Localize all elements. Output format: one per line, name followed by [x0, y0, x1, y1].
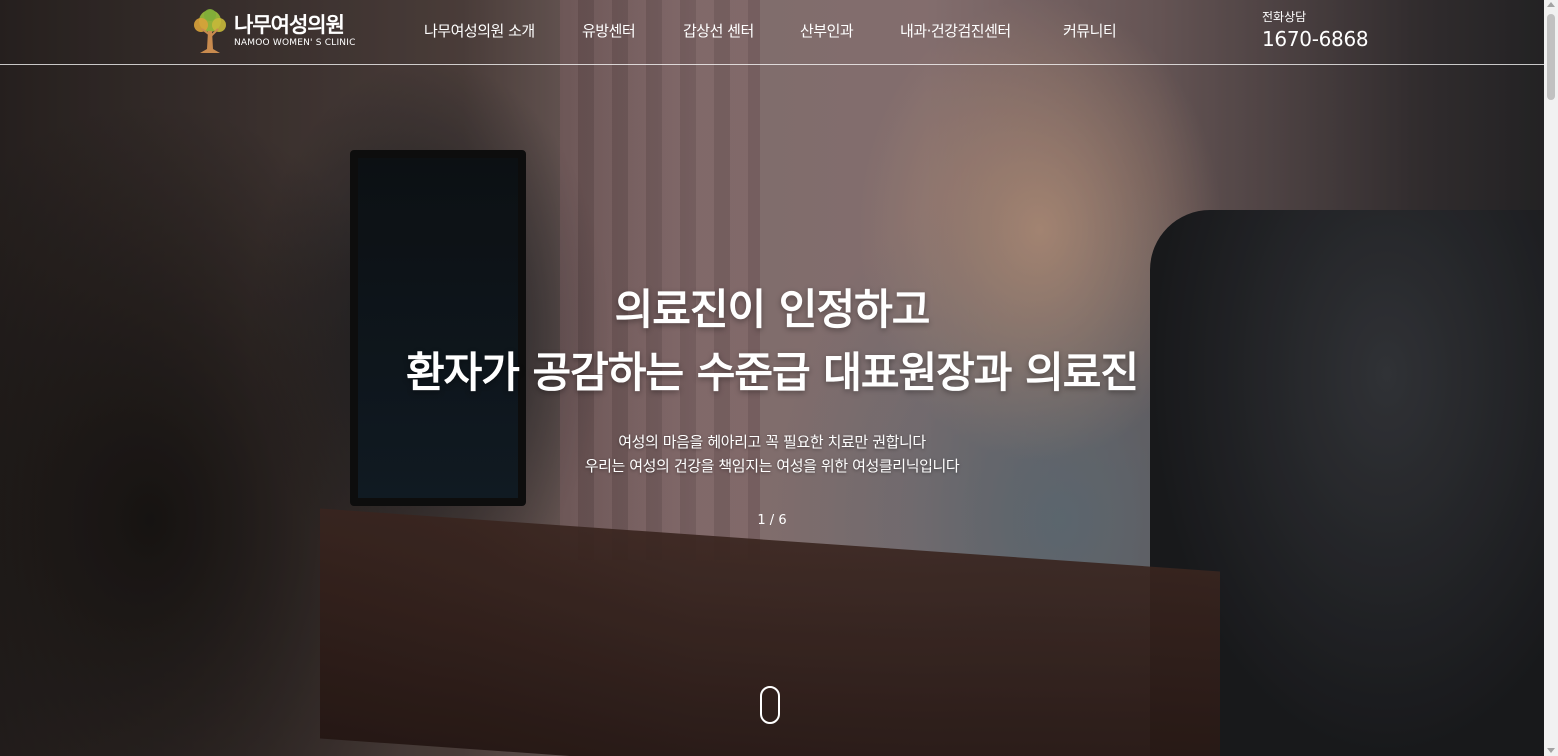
scroll-thumb[interactable]: [1547, 14, 1555, 100]
nav-item-community[interactable]: 커뮤니티: [1063, 20, 1117, 41]
phone-number[interactable]: 1670-6868: [1262, 26, 1369, 52]
nav-item-about[interactable]: 나무여성의원 소개: [424, 20, 535, 41]
scroll-down-icon[interactable]: [1547, 748, 1555, 753]
logo-name-ko: 나무여성의원: [234, 13, 345, 37]
page-scrollbar[interactable]: [1544, 0, 1558, 756]
hero-subtext-line1: 여성의 마음을 헤아리고 꼭 필요한 치료만 권합니다: [618, 433, 926, 451]
hero-headline-line1: 의료진이 인정하고: [614, 285, 931, 334]
hero-headline-line2: 환자가 공감하는 수준급 대표원장과 의료진: [405, 348, 1139, 397]
logo-text: 나무여성의원 NAMOO WOMEN' S CLINIC: [234, 13, 356, 49]
nav-item-obgyn[interactable]: 산부인과: [800, 20, 854, 41]
logo-name-en: NAMOO WOMEN' S CLINIC: [234, 38, 356, 48]
nav-item-thyroid-center[interactable]: 갑상선 센터: [683, 20, 754, 41]
scroll-up-icon[interactable]: [1547, 2, 1555, 7]
slide-pager: 1 / 6: [757, 513, 787, 528]
logo-link[interactable]: 나무여성의원 NAMOO WOMEN' S CLINIC: [190, 6, 356, 56]
phone-contact[interactable]: 전화상담 1670-6868: [1262, 8, 1369, 52]
tree-logo-icon: [190, 7, 230, 55]
phone-label: 전화상담: [1262, 10, 1307, 24]
mouse-scroll-icon[interactable]: [760, 686, 780, 724]
nav-item-breast-center[interactable]: 유방센터: [582, 20, 636, 41]
site-header: 나무여성의원 NAMOO WOMEN' S CLINIC 나무여성의원 소개 유…: [0, 0, 1544, 65]
hero-subtext-line2: 우리는 여성의 건강을 책임지는 여성을 위한 여성클리닉입니다: [584, 457, 960, 475]
nav-item-internal-medicine[interactable]: 내과·건강검진센터: [900, 20, 1011, 41]
